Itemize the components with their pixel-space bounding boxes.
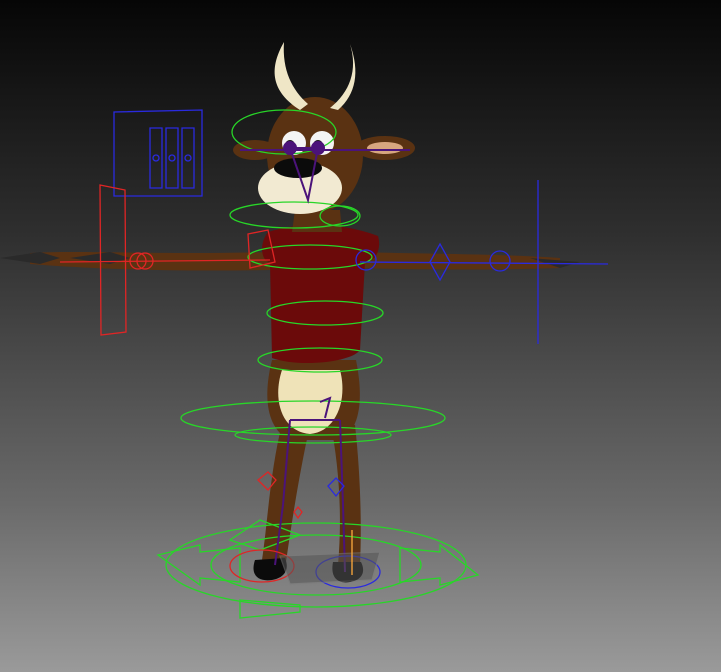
- face-slider-panel-icon[interactable]: [113, 109, 203, 197]
- left-horn: [274, 42, 308, 110]
- right-arm: [355, 252, 560, 270]
- character-mesh[interactable]: [0, 42, 580, 583]
- 3d-viewport[interactable]: [0, 0, 721, 672]
- floor-grid-patch: [279, 551, 381, 585]
- right-horn: [330, 44, 356, 110]
- viewport-scene[interactable]: [0, 0, 721, 672]
- right-ear-inner: [367, 142, 403, 154]
